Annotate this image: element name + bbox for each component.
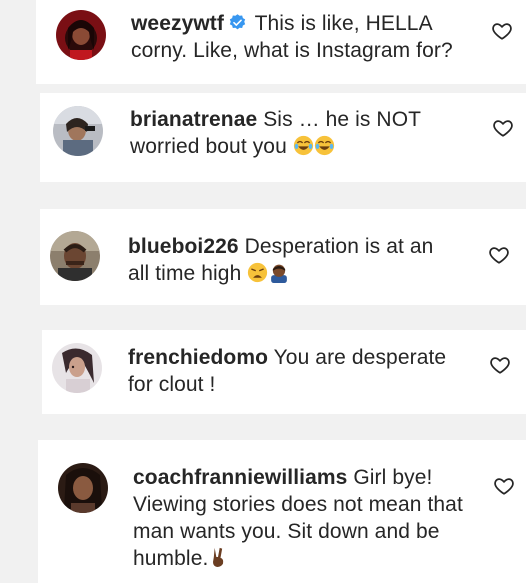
avatar-image: [58, 463, 108, 513]
comment-username[interactable]: frenchiedomo: [128, 346, 268, 369]
avatar[interactable]: [50, 231, 100, 281]
comment-card: blueboi226 Desperation is at an all time…: [40, 209, 526, 305]
comment-card: weezywtf This is like, HELLA corny. Like…: [36, 0, 526, 84]
comment-card: frenchiedomo You are desperate for clout…: [42, 330, 526, 414]
comment-username[interactable]: blueboi226: [128, 235, 239, 258]
comment-text: blueboi226 Desperation is at an all time…: [128, 233, 458, 290]
comment-username[interactable]: weezywtf: [131, 12, 224, 35]
avatar-image: [50, 231, 100, 281]
face-with-tears-of-joy-emoji: [314, 135, 335, 163]
comment-username[interactable]: coachfranniewilliams: [133, 466, 347, 489]
comment-text: frenchiedomo You are desperate for clout…: [128, 344, 463, 398]
heart-outline-icon[interactable]: [493, 475, 515, 497]
comment-text: brianatrenae Sis … he is NOT worried bou…: [130, 106, 450, 163]
heart-outline-icon[interactable]: [491, 20, 513, 42]
heart-outline-icon[interactable]: [492, 117, 514, 139]
avatar-image: [53, 106, 103, 156]
face-with-tears-of-joy-emoji: [293, 135, 314, 163]
heart-outline-icon[interactable]: [488, 244, 510, 266]
comment-text: weezywtf This is like, HELLA corny. Like…: [131, 10, 481, 64]
comment-text: coachfranniewilliams Girl bye! Viewing s…: [133, 464, 478, 575]
avatar[interactable]: [52, 343, 102, 393]
avatar[interactable]: [58, 463, 108, 513]
avatar[interactable]: [53, 106, 103, 156]
weary-face-emoji: [247, 262, 268, 290]
verified-badge-icon: [229, 14, 246, 30]
comment-card: coachfranniewilliams Girl bye! Viewing s…: [38, 440, 526, 583]
comment-username[interactable]: brianatrenae: [130, 108, 257, 131]
man-bowing-emoji: [268, 262, 290, 290]
avatar-image: [52, 343, 102, 393]
comment-card: brianatrenae Sis … he is NOT worried bou…: [40, 93, 526, 182]
heart-outline-icon[interactable]: [489, 354, 511, 376]
avatar-image: [56, 10, 106, 60]
victory-hand-emoji: [208, 546, 228, 575]
avatar[interactable]: [56, 10, 106, 60]
